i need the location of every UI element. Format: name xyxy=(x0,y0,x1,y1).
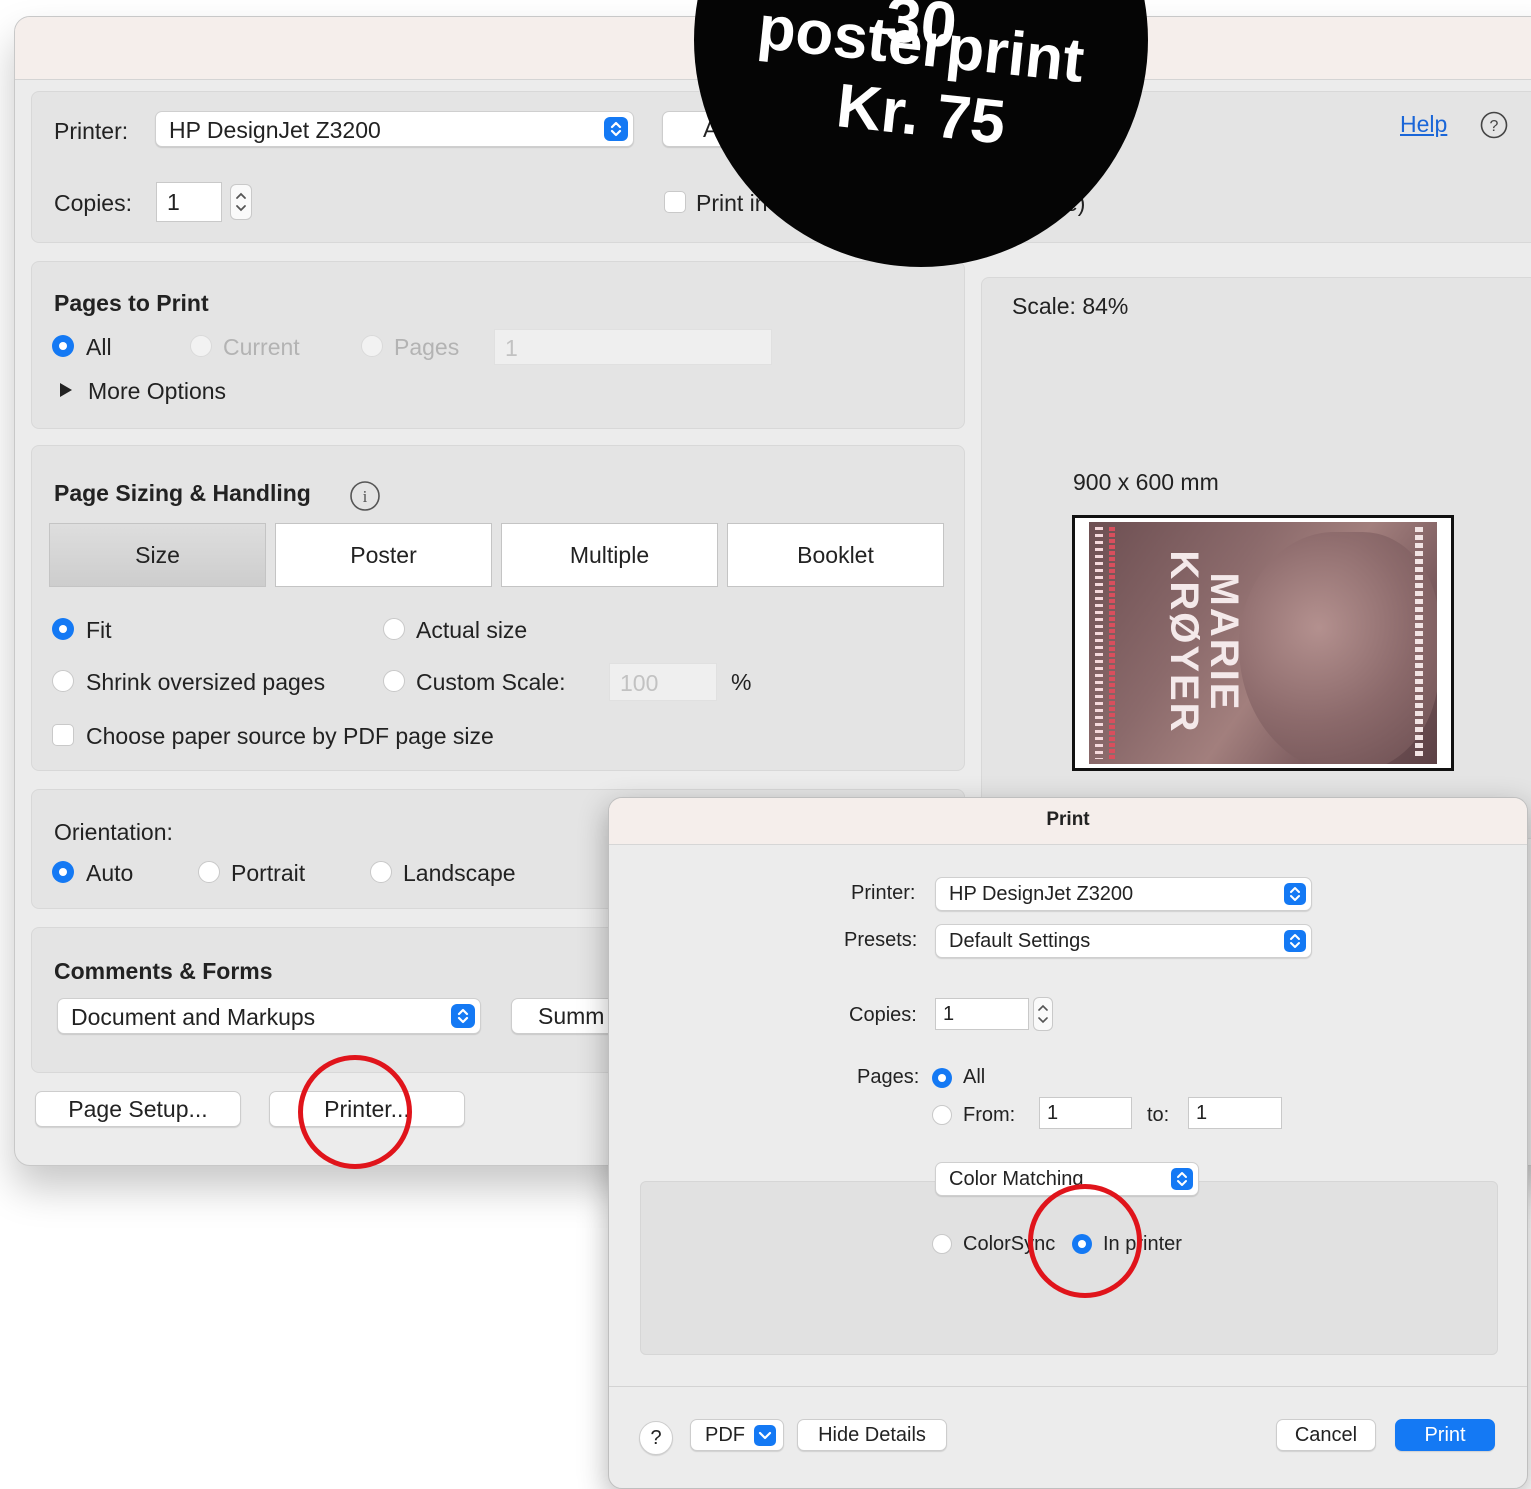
poster-portrait xyxy=(1239,532,1437,764)
grayscale-checkbox[interactable] xyxy=(664,191,686,213)
pages-range-input[interactable]: 1 xyxy=(494,329,772,365)
sheet-pages-from-radio[interactable] xyxy=(932,1105,952,1125)
sheet-copies-stepper[interactable] xyxy=(1033,997,1053,1031)
pages-current-label: Current xyxy=(223,334,300,360)
help-link[interactable]: Help xyxy=(1400,111,1447,138)
page-sizing-title: Page Sizing & Handling xyxy=(54,480,311,506)
custom-scale-input[interactable]: 100 xyxy=(609,663,717,701)
popup-chevron-icon xyxy=(604,117,628,141)
sheet-pages-all-label: All xyxy=(963,1066,986,1088)
actual-size-label: Actual size xyxy=(416,617,528,643)
orientation-portrait-label: Portrait xyxy=(231,860,306,886)
orientation-auto-label: Auto xyxy=(86,860,134,886)
tab-size[interactable]: Size xyxy=(49,523,266,587)
poster-image: MARIE KRØYER xyxy=(1089,522,1437,764)
more-options-label[interactable]: More Options xyxy=(88,378,226,405)
copies-input[interactable]: 1 xyxy=(156,182,222,222)
popup-chevron-icon xyxy=(1284,930,1306,952)
comments-forms-title: Comments & Forms xyxy=(54,958,273,984)
printer-select[interactable]: HP DesignJet Z3200 xyxy=(155,111,634,147)
shrink-radio[interactable] xyxy=(52,670,74,692)
system-print-dialog: Print Printer: HP DesignJet Z3200 Preset… xyxy=(608,797,1528,1489)
footer-divider xyxy=(609,1386,1527,1387)
poster-text-strip xyxy=(1109,527,1115,759)
percent-label: % xyxy=(731,669,752,695)
sheet-copies-input[interactable]: 1 xyxy=(935,998,1029,1030)
disclosure-triangle-icon[interactable] xyxy=(58,381,74,404)
summarize-comments-label: Summ xyxy=(538,1003,605,1029)
sheet-pages-label: Pages: xyxy=(857,1066,920,1088)
poster-text-strip xyxy=(1095,527,1103,759)
shrink-label: Shrink oversized pages xyxy=(86,669,326,695)
printer-label: Printer: xyxy=(54,118,129,144)
pages-all-radio[interactable] xyxy=(52,335,74,357)
colorsync-radio[interactable] xyxy=(932,1234,952,1254)
svg-text:i: i xyxy=(363,487,368,506)
pdf-menu-label: PDF xyxy=(705,1424,745,1446)
sheet-printer-label: Printer: xyxy=(851,882,916,904)
orientation-auto-radio[interactable] xyxy=(52,861,74,883)
pages-all-label: All xyxy=(86,334,112,360)
hide-details-button[interactable]: Hide Details xyxy=(797,1419,947,1451)
custom-scale-label: Custom Scale: xyxy=(416,669,566,695)
paper-size-label: 900 x 600 mm xyxy=(1073,469,1219,495)
pages-range-label: Pages xyxy=(394,334,460,360)
orientation-portrait-radio[interactable] xyxy=(198,861,220,883)
cancel-button[interactable]: Cancel xyxy=(1276,1419,1376,1451)
paper-source-checkbox[interactable] xyxy=(52,724,74,746)
pdf-menu-button[interactable]: PDF xyxy=(690,1419,784,1451)
scale-readout: Scale: 84% xyxy=(1012,293,1129,319)
sheet-presets-value: Default Settings xyxy=(949,930,1091,952)
copies-label: Copies: xyxy=(54,190,132,216)
sheet-copies-label: Copies: xyxy=(849,1004,917,1026)
poster-title-line1: MARIE xyxy=(1202,572,1246,712)
sheet-from-label: From: xyxy=(963,1104,1016,1126)
tab-multiple[interactable]: Multiple xyxy=(501,523,718,587)
print-dialog-title: Print xyxy=(1046,809,1090,830)
question-circle-icon[interactable]: ? xyxy=(1480,111,1508,139)
highlight-ring xyxy=(1028,1184,1142,1298)
pages-to-print-title: Pages to Print xyxy=(54,290,209,316)
paper-source-label: Choose paper source by PDF page size xyxy=(86,723,494,749)
sheet-to-label: to: xyxy=(1147,1104,1170,1126)
highlight-ring xyxy=(298,1055,412,1169)
copies-stepper[interactable] xyxy=(230,184,252,220)
page-setup-button[interactable]: Page Setup... xyxy=(35,1091,241,1127)
pages-current-radio[interactable] xyxy=(190,335,212,357)
popup-chevron-icon xyxy=(1284,883,1306,905)
sheet-pages-all-radio[interactable] xyxy=(932,1068,952,1088)
sheet-presets-label: Presets: xyxy=(844,929,918,951)
orientation-landscape-radio[interactable] xyxy=(370,861,392,883)
poster-title: MARIE KRØYER xyxy=(1162,550,1246,734)
sheet-from-input[interactable]: 1 xyxy=(1039,1097,1132,1129)
help-button[interactable]: ? xyxy=(639,1421,673,1455)
pages-range-radio[interactable] xyxy=(361,335,383,357)
fit-label: Fit xyxy=(86,617,112,643)
chevron-down-icon xyxy=(754,1425,776,1446)
tab-booklet[interactable]: Booklet xyxy=(727,523,944,587)
print-button[interactable]: Print xyxy=(1395,1419,1495,1451)
orientation-landscape-label: Landscape xyxy=(403,860,516,886)
actual-size-radio[interactable] xyxy=(383,618,405,640)
sheet-to-input[interactable]: 1 xyxy=(1188,1097,1282,1129)
orientation-title: Orientation: xyxy=(54,819,173,845)
page-preview: MARIE KRØYER xyxy=(1072,515,1454,771)
tab-poster[interactable]: Poster xyxy=(275,523,492,587)
svg-text:?: ? xyxy=(1490,118,1499,135)
poster-title-line2: KRØYER xyxy=(1162,550,1206,734)
poster-text-strip xyxy=(1415,527,1423,759)
sheet-printer-select[interactable]: HP DesignJet Z3200 xyxy=(935,877,1312,911)
sheet-presets-select[interactable]: Default Settings xyxy=(935,924,1312,958)
popup-chevron-icon xyxy=(451,1004,475,1028)
comments-forms-value: Document and Markups xyxy=(71,1004,316,1030)
popup-chevron-icon xyxy=(1171,1168,1193,1190)
custom-scale-radio[interactable] xyxy=(383,670,405,692)
sheet-printer-value: HP DesignJet Z3200 xyxy=(949,883,1134,905)
comments-forms-select[interactable]: Document and Markups xyxy=(57,998,481,1034)
printer-select-value: HP DesignJet Z3200 xyxy=(169,117,381,143)
fit-radio[interactable] xyxy=(52,618,74,640)
info-icon[interactable]: i xyxy=(349,480,381,512)
